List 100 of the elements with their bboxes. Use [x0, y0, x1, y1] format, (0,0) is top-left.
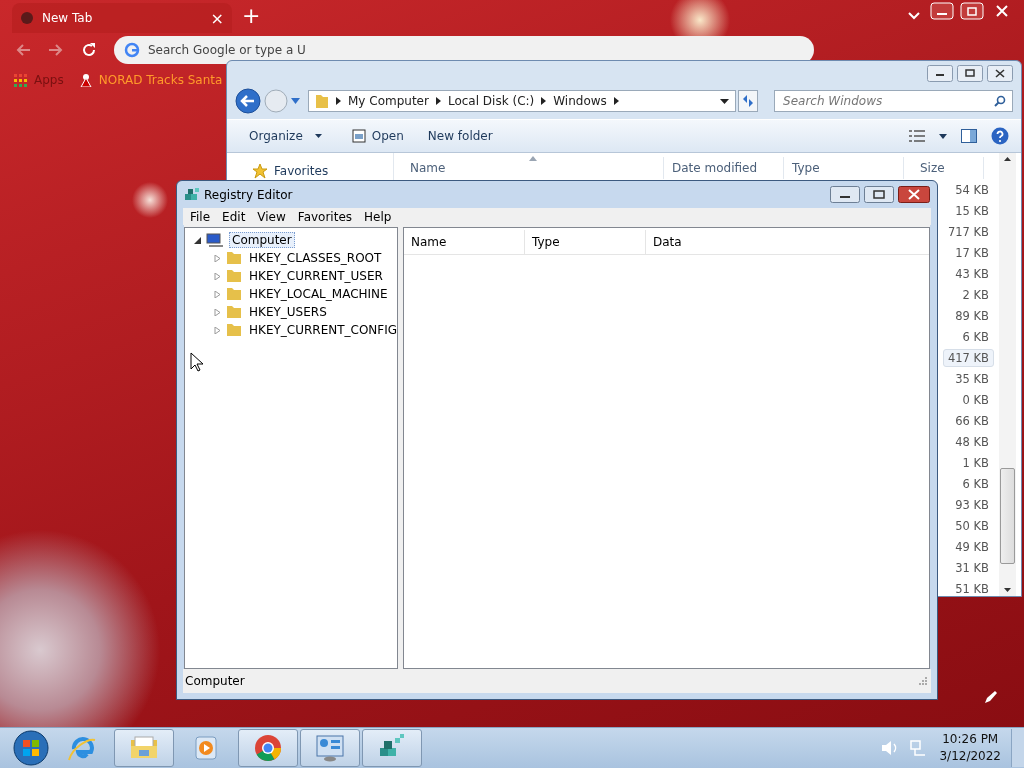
size-cell-text: 6 KB — [961, 328, 990, 346]
column-header[interactable]: Data — [646, 230, 853, 254]
control-panel-icon — [314, 732, 346, 764]
folder-icon — [226, 251, 242, 265]
search-icon — [994, 95, 1006, 107]
column-header[interactable]: Date modified — [664, 157, 784, 179]
new-tab-button[interactable]: + — [242, 5, 261, 27]
minimize-icon[interactable] — [830, 186, 860, 203]
tree-item[interactable]: HKEY_CURRENT_USER — [247, 269, 385, 283]
collapsed-triangle-icon[interactable] — [214, 326, 221, 334]
size-cell-text: 66 KB — [954, 412, 990, 430]
close-icon[interactable] — [898, 186, 930, 203]
taskbar-button[interactable] — [114, 729, 174, 767]
breadcrumb-item[interactable]: Windows — [553, 94, 607, 108]
caret-icon — [314, 134, 322, 138]
menu-item[interactable]: View — [257, 209, 286, 224]
menu-item[interactable]: Edit — [222, 209, 246, 224]
tree-item[interactable]: HKEY_USERS — [247, 305, 329, 319]
folder-icon — [226, 269, 242, 283]
column-header[interactable]: Name — [394, 157, 664, 179]
chevron-down-icon — [908, 12, 920, 20]
column-header[interactable]: Type — [525, 230, 646, 254]
preview-pane-icon[interactable] — [961, 129, 977, 143]
toolbar-button[interactable]: Open — [337, 127, 412, 145]
window-title: Registry Editor — [204, 187, 293, 202]
star-icon — [252, 163, 268, 179]
pen-icon — [984, 690, 998, 704]
folder-icon — [315, 93, 329, 109]
size-cell-text: 17 KB — [954, 244, 990, 262]
resize-grip-icon — [919, 677, 927, 685]
window-icon — [351, 129, 366, 143]
tree-item[interactable]: Computer — [229, 232, 295, 248]
collapsed-triangle-icon[interactable] — [214, 272, 221, 280]
size-cell-text: 49 KB — [954, 538, 990, 556]
toolbar-button[interactable]: New folder — [419, 127, 501, 145]
browser-tab[interactable]: New Tab × — [12, 3, 232, 33]
triangle-right-icon — [435, 97, 441, 105]
folder-icon — [226, 287, 242, 301]
address-bar[interactable]: My Computer Local Disk (C:) Windows — [308, 90, 737, 112]
menu-item[interactable]: Favorites — [297, 209, 353, 224]
triangle-right-icon — [336, 97, 341, 105]
status-text: Computer — [185, 674, 245, 688]
size-cell-text: 89 KB — [954, 307, 990, 325]
start-orb-icon[interactable] — [12, 729, 50, 767]
size-cell-text: 6 KB — [961, 475, 990, 493]
folder-icon — [226, 305, 242, 319]
nav-item[interactable]: Favorites — [227, 163, 393, 179]
help-icon[interactable] — [991, 127, 1009, 145]
size-cell-text: 717 KB — [946, 223, 990, 241]
maximize-icon[interactable] — [957, 65, 983, 82]
size-cell-text: 15 KB — [954, 202, 990, 220]
column-header[interactable]: Size — [904, 157, 984, 179]
taskbar-button[interactable] — [362, 729, 422, 767]
taskbar-button[interactable] — [238, 729, 298, 767]
size-cell-text: 1 KB — [961, 454, 990, 472]
reload-icon[interactable] — [81, 42, 97, 58]
collapsed-triangle-icon[interactable] — [214, 254, 221, 262]
column-header[interactable]: Name — [404, 230, 525, 254]
search-field[interactable]: Search Windows — [774, 90, 1013, 112]
minimize-icon[interactable] — [927, 65, 953, 82]
menu-item[interactable]: File — [190, 209, 211, 224]
google-g-icon — [124, 42, 140, 58]
menu-item[interactable]: Help — [364, 209, 392, 224]
close-icon[interactable] — [987, 65, 1013, 82]
caret-icon[interactable] — [939, 133, 947, 139]
column-header[interactable]: Type — [784, 157, 904, 179]
apps-grid-icon — [14, 73, 27, 87]
tree-item[interactable]: HKEY_CURRENT_CONFIG — [247, 323, 400, 337]
tree-item[interactable]: HKEY_CLASSES_ROOT — [247, 251, 384, 265]
restore-icon[interactable] — [960, 2, 984, 20]
mouse-cursor-icon — [190, 352, 204, 372]
scrollbar-thumb[interactable] — [1000, 468, 1015, 564]
tree-item[interactable]: HKEY_LOCAL_MACHINE — [247, 287, 390, 301]
dropdown-arrow-icon[interactable] — [720, 98, 730, 104]
expanded-triangle-icon[interactable] — [194, 236, 201, 244]
triangle-right-icon — [541, 97, 547, 105]
collapsed-triangle-icon[interactable] — [214, 290, 221, 298]
collapsed-triangle-icon[interactable] — [214, 308, 221, 316]
address-input[interactable]: Search Google or type a U — [148, 43, 804, 57]
scrollbar[interactable] — [999, 153, 1016, 596]
size-cell-text: 31 KB — [954, 559, 990, 577]
breadcrumb-item[interactable]: Local Disk (C:) — [447, 94, 535, 108]
taskbar-button[interactable] — [300, 729, 360, 767]
computer-icon — [206, 232, 224, 248]
view-list-icon[interactable] — [909, 130, 925, 142]
size-cell-text: 50 KB — [954, 517, 990, 535]
size-cell-text: 2 KB — [961, 286, 990, 304]
organize-menu-button[interactable]: Organize — [241, 127, 330, 145]
folder-icon — [226, 323, 242, 337]
refresh-icon[interactable] — [738, 90, 759, 112]
sort-arrow-icon — [529, 156, 537, 161]
size-cell-text: 0 KB — [961, 391, 990, 409]
size-cell-text: 93 KB — [954, 496, 990, 514]
size-cell-text: 35 KB — [954, 370, 990, 388]
scroll-down-icon — [1004, 588, 1011, 592]
breadcrumb-item[interactable]: My Computer — [348, 94, 429, 108]
maximize-icon[interactable] — [864, 186, 894, 203]
clock[interactable]: 10:26 PM 3/12/2022 — [939, 731, 1001, 765]
close-button[interactable]: × — [210, 8, 224, 28]
size-cell-text: 48 KB — [954, 433, 990, 451]
